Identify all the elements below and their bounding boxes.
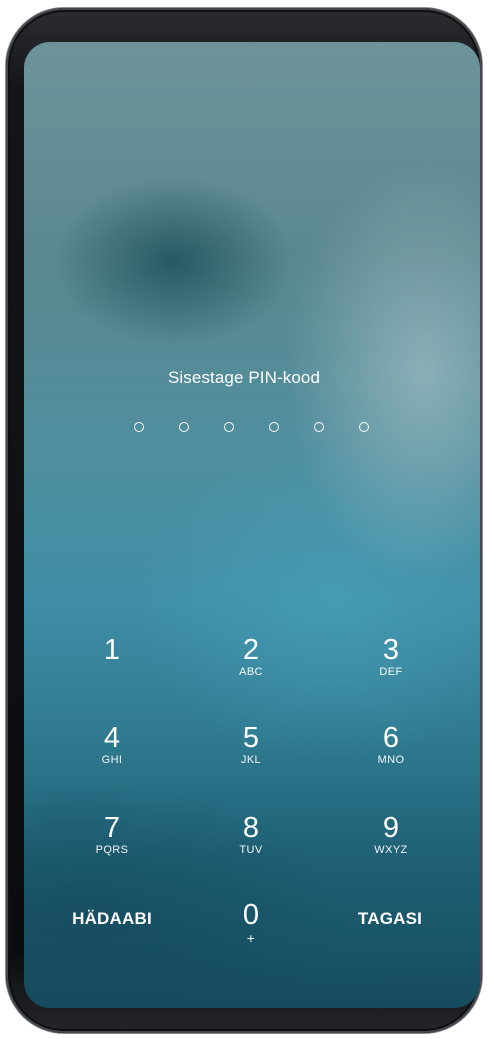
key-4[interactable]: 4 GHI [52,722,172,792]
key-digit: 6 [382,722,400,754]
pin-dot [314,422,324,432]
key-letters: DEF [379,666,403,678]
pin-prompt: Sisestage PIN-kood [167,368,321,387]
key-3[interactable]: 3 DEF [331,634,451,704]
key-digit: 8 [242,812,260,844]
pin-dot [269,422,279,432]
key-7[interactable]: 7 PQRS [52,812,172,882]
key-9[interactable]: 9 WXYZ [331,812,451,882]
pin-dot [224,422,234,432]
key-1[interactable]: 1 [52,634,172,704]
key-2[interactable]: 2 ABC [191,634,311,704]
key-letters: WXYZ [374,844,408,856]
key-digit: 5 [242,722,260,754]
key-letters: TUV [239,844,263,856]
key-letters: PQRS [95,844,129,856]
key-digit: 9 [382,812,400,844]
key-digit: 2 [242,634,260,666]
key-letters: + [246,930,256,946]
key-digit: 0 [242,899,260,931]
key-digit: 1 [103,634,121,666]
key-5[interactable]: 5 JKL [191,722,311,792]
pin-dot [359,422,369,432]
key-0[interactable]: 0 + [191,899,311,969]
pin-dot [134,422,144,432]
key-letters: GHI [101,754,123,766]
key-letters: MNO [377,754,405,766]
pin-indicator [0,422,488,438]
key-letters: JKL [240,754,262,766]
key-8[interactable]: 8 TUV [191,812,311,882]
pin-dot [179,422,189,432]
key-digit: 4 [103,722,121,754]
back-button[interactable]: TAGASI [320,899,460,939]
key-6[interactable]: 6 MNO [331,722,451,792]
emergency-call-button[interactable]: HÄDAABI [42,899,182,939]
key-digit: 7 [103,812,121,844]
key-letters: ABC [239,666,263,678]
key-digit: 3 [382,634,400,666]
